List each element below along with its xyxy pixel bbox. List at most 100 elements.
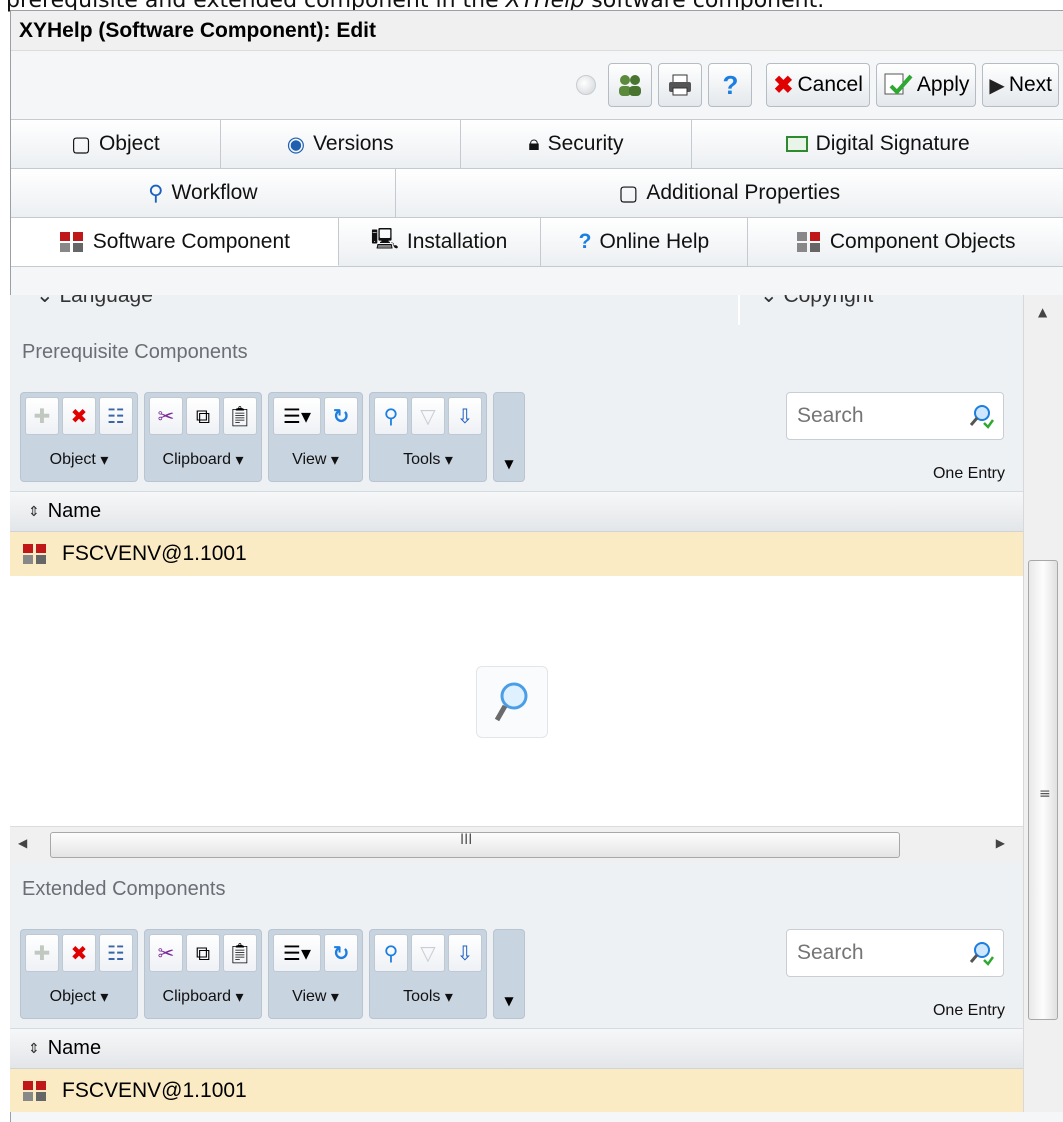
tab-workflow[interactable]: ⚲ Workflow	[11, 169, 396, 217]
clipboard-group-menu[interactable]: Clipboard ▾	[145, 976, 261, 1018]
tab-online-help[interactable]: ? Online Help	[541, 218, 749, 266]
language-field-label: ⌄ Language	[36, 295, 153, 307]
refresh-icon[interactable]: ↻	[324, 934, 358, 972]
search-go-icon[interactable]	[959, 396, 1003, 436]
object-group: ✚ ✖ ☷ Object ▾	[20, 392, 138, 482]
view-group: ☰▾ ↻ View ▾	[268, 929, 363, 1019]
magnifier-icon	[494, 682, 528, 722]
empty-search-placeholder	[476, 666, 548, 738]
copy-icon[interactable]: ⧉	[186, 397, 220, 435]
view-group-menu[interactable]: View ▾	[269, 976, 362, 1018]
sort-icon: ⇕	[28, 1040, 40, 1056]
filter-icon[interactable]: ▽	[411, 934, 445, 972]
clipboard-group-menu[interactable]: Clipboard ▾	[145, 439, 261, 481]
prerequisite-section-title: Prerequisite Components	[10, 325, 1023, 380]
print-button[interactable]	[658, 63, 703, 107]
question-icon: ?	[722, 69, 739, 100]
question-icon: ?	[578, 230, 592, 253]
field-divider	[738, 295, 740, 325]
properties-icon[interactable]: ☷	[99, 397, 133, 435]
globe-icon: ◉	[286, 132, 306, 156]
table-row[interactable]: FSCVENV@1.1001	[10, 532, 1023, 576]
tab-versions[interactable]: ◉ Versions	[221, 120, 461, 168]
cut-icon[interactable]: ✂	[149, 397, 183, 435]
component-objects-icon	[796, 232, 820, 252]
add-icon[interactable]: ✚	[25, 934, 59, 972]
loading-indicator-icon	[576, 75, 597, 95]
tools-group-menu[interactable]: Tools ▾	[370, 439, 486, 481]
copy-icon[interactable]: ⧉	[186, 934, 220, 972]
main-toolbar: ? ✖ Cancel Apply ▶ Next	[11, 51, 1063, 119]
vertical-scrollbar[interactable]: ▲ ≡	[1023, 295, 1063, 1112]
tab-strip: ▢ Object ◉ Versions 🔒︎ Security Digital Sig…	[11, 119, 1063, 267]
vertical-scroll-thumb[interactable]: ≡	[1028, 560, 1058, 1020]
help-button[interactable]: ?	[708, 63, 753, 107]
tab-row-3: Software Component 🖳 Installation ? Online…	[11, 218, 1063, 267]
window-title: XYHelp (Software Component): Edit	[11, 11, 1063, 51]
scroll-content: ⌄ Language ⌄ Copyright Prerequisite Comp…	[10, 295, 1023, 1112]
cut-icon[interactable]: ✂	[149, 934, 183, 972]
cancel-button[interactable]: ✖ Cancel	[766, 63, 870, 107]
ribbon-overflow-button[interactable]: ▼	[493, 929, 525, 1019]
tab-security[interactable]: 🔒︎ Security	[461, 120, 693, 168]
name-column-header[interactable]: ⇕ Name	[10, 1029, 1023, 1069]
tab-component-objects[interactable]: Component Objects	[748, 218, 1063, 266]
extended-ribbon-area: ✚ ✖ ☷ Object ▾ ✂ ⧉ 📋︎ Clipboard ▾ ☰▾ ↻ V…	[10, 917, 1023, 1029]
search-go-icon[interactable]	[959, 933, 1003, 973]
tab-additional-properties[interactable]: ▢ Additional Properties	[396, 169, 1063, 217]
horizontal-scrollbar[interactable]: ◀ III ▶	[10, 826, 1023, 862]
tools-group: ⚲ ▽ ⇩ Tools ▾	[369, 392, 487, 482]
add-icon[interactable]: ✚	[25, 397, 59, 435]
view-group-menu[interactable]: View ▾	[269, 439, 362, 481]
ribbon-overflow-button[interactable]: ▼	[493, 392, 525, 482]
object-group-menu[interactable]: Object ▾	[21, 976, 137, 1018]
refresh-icon[interactable]: ↻	[324, 397, 358, 435]
import-icon[interactable]: ⇩	[448, 934, 482, 972]
apply-check-icon	[884, 73, 913, 95]
search-input[interactable]	[787, 933, 959, 973]
name-column-header[interactable]: ⇕ Name	[10, 492, 1023, 532]
horizontal-scroll-thumb[interactable]	[50, 832, 900, 858]
paste-icon[interactable]: 📋︎	[223, 397, 257, 435]
apply-button[interactable]: Apply	[875, 63, 977, 107]
software-component-icon	[23, 544, 46, 564]
sort-icon: ⇕	[28, 503, 40, 519]
lock-icon: 🔒︎	[528, 132, 540, 155]
delete-icon[interactable]: ✖	[62, 397, 96, 435]
users-icon	[619, 75, 642, 96]
scroll-up-icon[interactable]: ▲	[1038, 305, 1047, 319]
view-group: ☰▾ ↻ View ▾	[268, 392, 363, 482]
delete-icon[interactable]: ✖	[62, 934, 96, 972]
paste-icon[interactable]: 📋︎	[223, 934, 257, 972]
search-input[interactable]	[787, 396, 959, 436]
users-button[interactable]	[608, 63, 653, 107]
view-list-icon[interactable]: ☰▾	[273, 934, 321, 972]
search-icon[interactable]: ⚲	[374, 397, 408, 435]
prerequisite-list-body	[10, 576, 1023, 826]
tools-group: ⚲ ▽ ⇩ Tools ▾	[369, 929, 487, 1019]
tab-software-component[interactable]: Software Component	[11, 218, 339, 266]
tab-digital-signature[interactable]: Digital Signature	[692, 120, 1063, 168]
tab-object[interactable]: ▢ Object	[11, 120, 221, 168]
tab-row-2: ⚲ Workflow ▢ Additional Properties	[11, 169, 1063, 218]
import-icon[interactable]: ⇩	[448, 397, 482, 435]
scroll-left-icon[interactable]: ◀	[18, 836, 27, 850]
tab-installation[interactable]: 🖳 Installation	[339, 218, 541, 266]
extended-section-title: Extended Components	[10, 862, 1023, 917]
tools-group-menu[interactable]: Tools ▾	[370, 976, 486, 1018]
next-button[interactable]: ▶ Next	[982, 63, 1059, 107]
scroll-right-icon[interactable]: ▶	[996, 836, 1005, 850]
filter-icon[interactable]: ▽	[411, 397, 445, 435]
prerequisite-ribbon-area: ✚ ✖ ☷ Object ▾ ✂ ⧉ 📋︎ Clipboard ▾ ☰▾ ↻ V…	[10, 380, 1023, 492]
table-row[interactable]: FSCVENV@1.1001	[10, 1069, 1023, 1112]
search-icon[interactable]: ⚲	[374, 934, 408, 972]
properties-icon[interactable]: ☷	[99, 934, 133, 972]
prerequisite-ribbon: ✚ ✖ ☷ Object ▾ ✂ ⧉ 📋︎ Clipboard ▾ ☰▾ ↻ V…	[20, 392, 525, 482]
view-list-icon[interactable]: ☰▾	[273, 397, 321, 435]
object-group-menu[interactable]: Object ▾	[21, 439, 137, 481]
software-component-icon	[23, 1081, 46, 1101]
printer-icon	[669, 74, 692, 96]
clipboard-group: ✂ ⧉ 📋︎ Clipboard ▾	[144, 392, 262, 482]
entry-count: One Entry	[932, 1002, 1005, 1019]
extended-search-box	[786, 929, 1004, 977]
